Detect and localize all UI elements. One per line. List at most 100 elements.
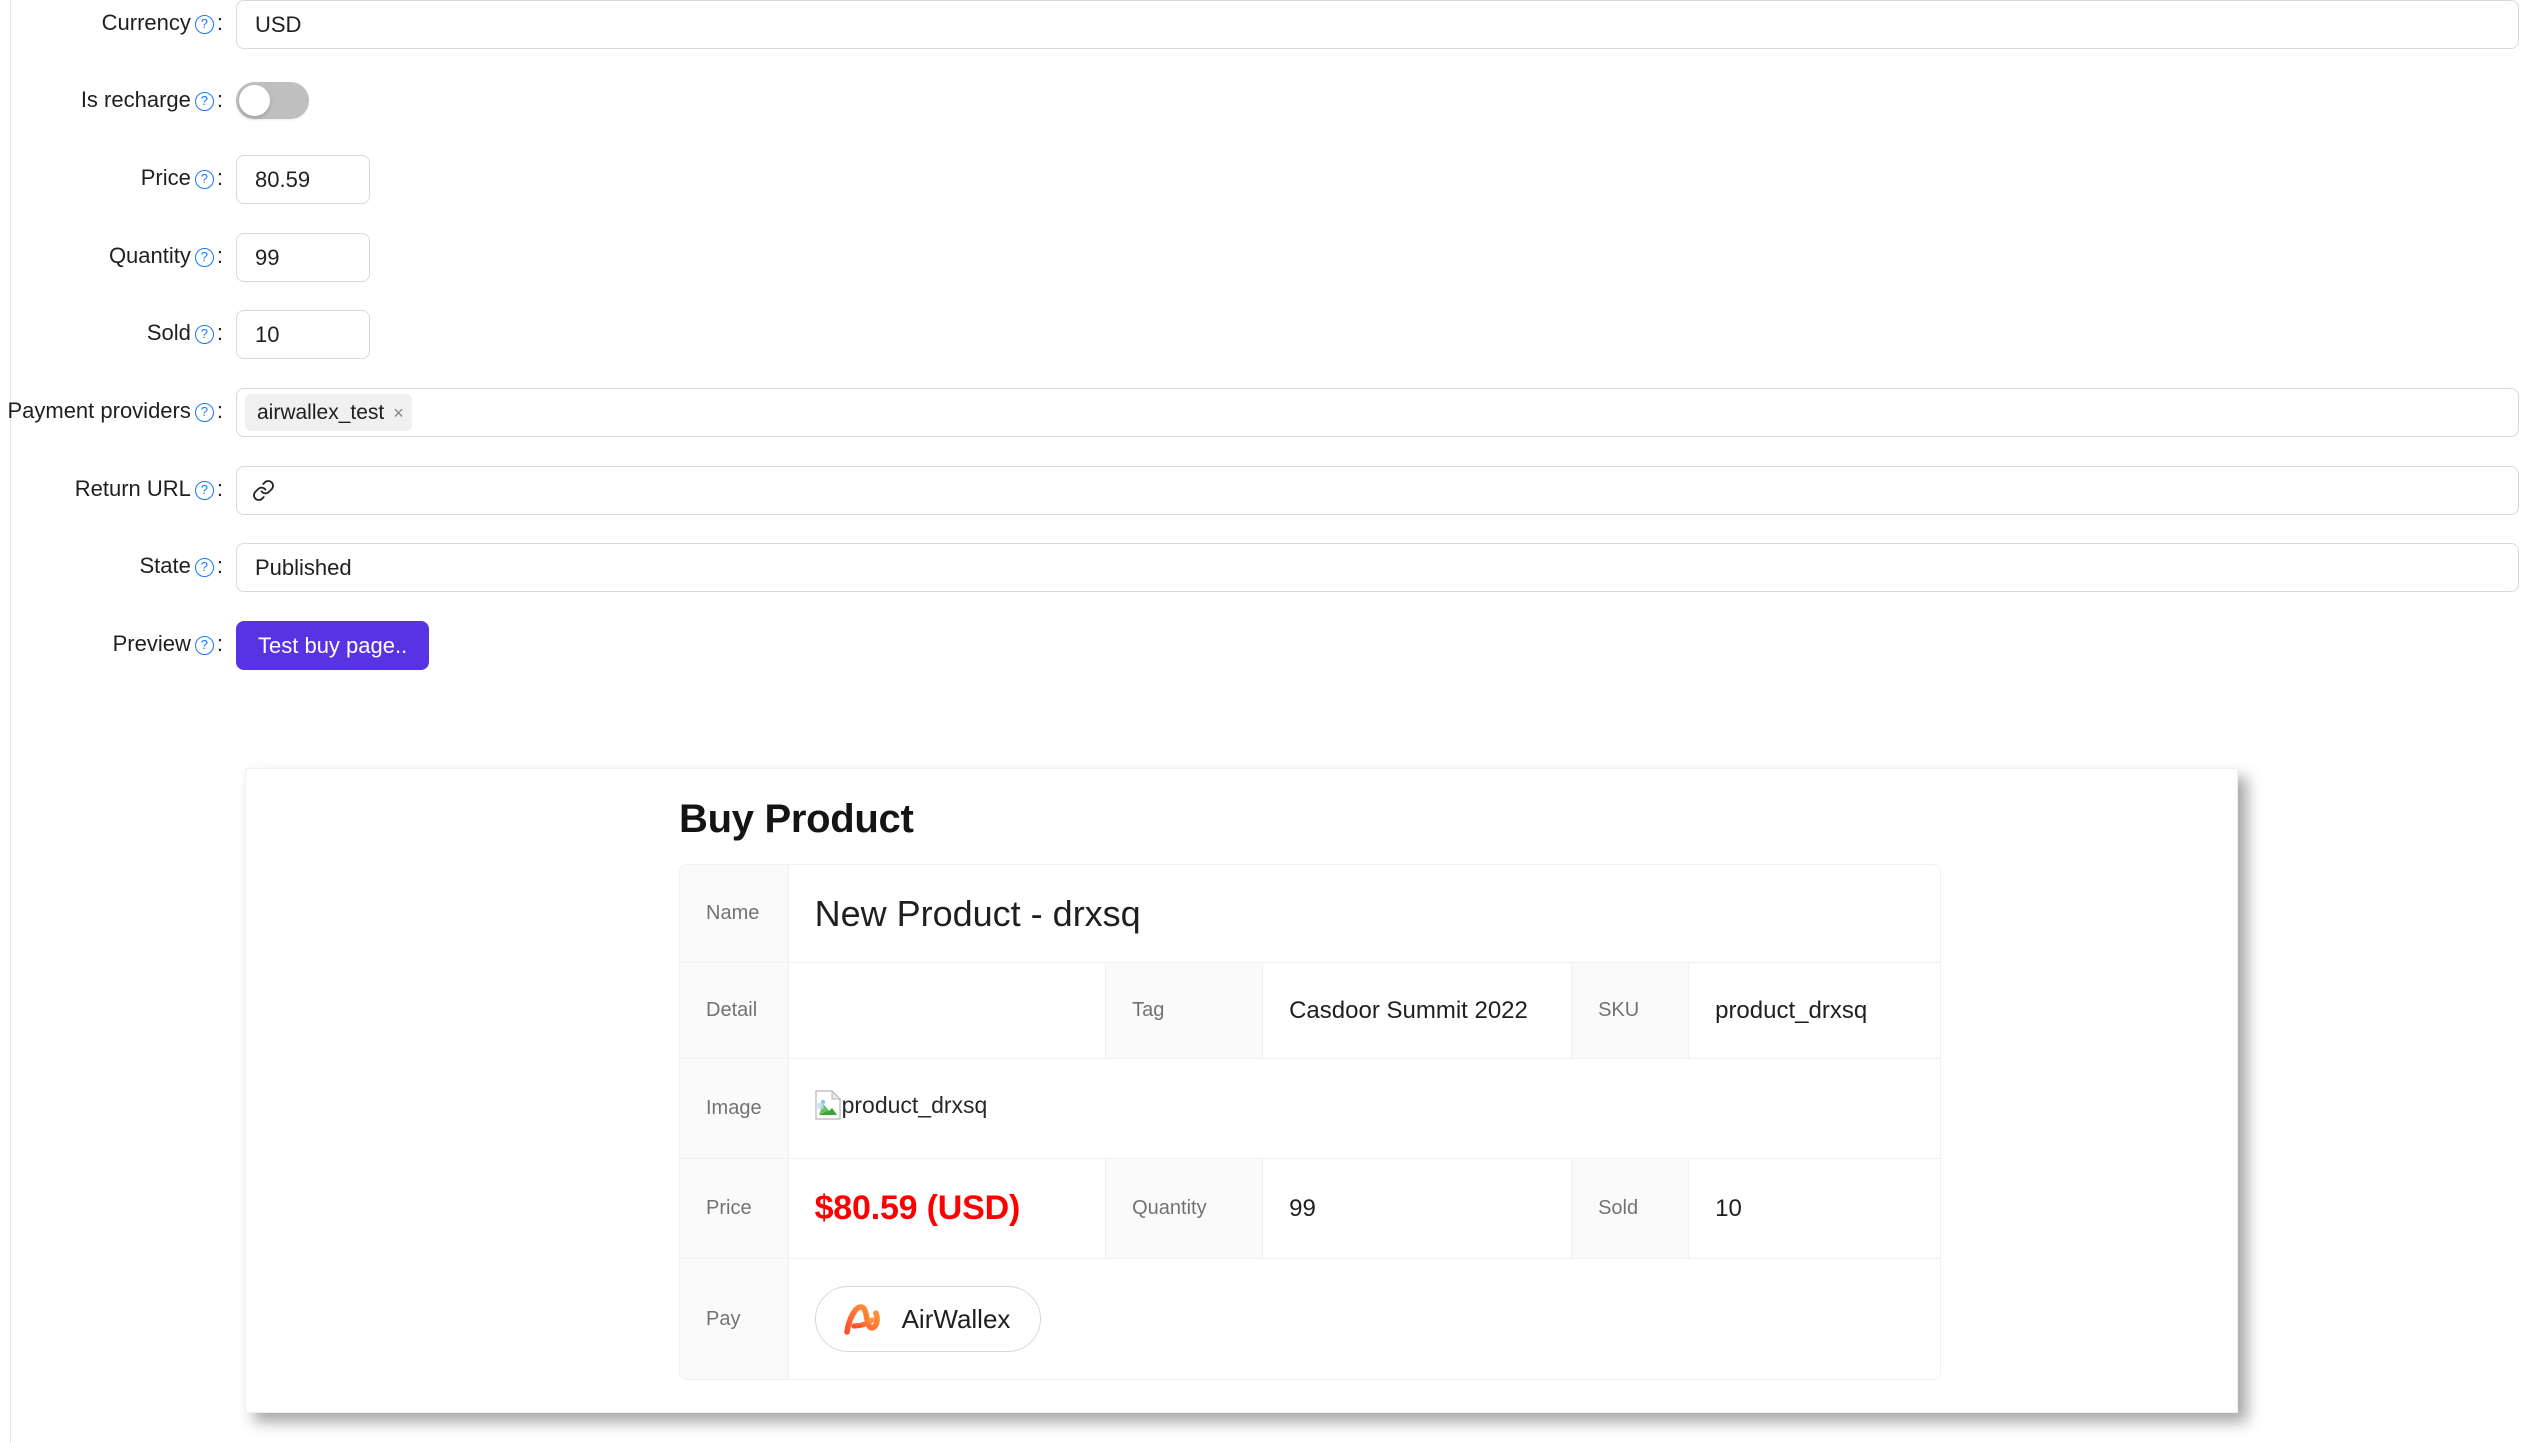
row-label-pay: Pay <box>680 1259 789 1379</box>
payment-providers-select[interactable]: airwallex_test × <box>236 388 2519 437</box>
label-sold-text: Sold <box>146 320 191 345</box>
row-value-sold: 10 <box>1689 1159 1940 1259</box>
question-circle-icon[interactable]: ? <box>194 481 214 500</box>
form-row-state: State?: <box>0 543 2543 621</box>
price-amount-text: $80.59 (USD) <box>814 1189 1021 1227</box>
control-price <box>236 155 2543 204</box>
product-edit-page: Currency?: Is recharge?: Price?: Quantit… <box>0 0 2543 1443</box>
label-payment-providers-colon: : <box>216 398 223 423</box>
form-row-quantity: Quantity?: <box>0 233 2543 310</box>
table-row-name: Name New Product - drxsq <box>680 865 1940 963</box>
broken-image-alt-text: product_drxsq <box>841 1091 988 1118</box>
table-row-pay: Pay AirWallex <box>680 1259 1940 1379</box>
state-input[interactable] <box>236 543 2519 592</box>
question-circle-icon[interactable]: ? <box>194 636 214 655</box>
question-circle-icon[interactable]: ? <box>194 403 214 422</box>
label-is-recharge-colon: : <box>216 87 223 112</box>
control-preview: Test buy page.. <box>236 621 2543 670</box>
row-value-sku: product_drxsq <box>1689 963 1940 1059</box>
toggle-knob <box>239 85 270 116</box>
question-circle-icon[interactable]: ? <box>194 248 214 267</box>
table-row-image: Image product_drxsq <box>680 1059 1940 1159</box>
row-value-detail <box>788 963 1106 1059</box>
label-price-text: Price <box>140 165 191 190</box>
form-row-price: Price?: <box>0 155 2543 233</box>
label-sold-colon: : <box>216 320 223 345</box>
row-label-name: Name <box>680 865 789 963</box>
label-return-url-colon: : <box>216 476 223 501</box>
control-sold <box>236 310 2543 359</box>
form-row-return-url: Return URL?: <box>0 466 2543 543</box>
label-price: Price?: <box>0 155 236 193</box>
product-descriptions-table: Name New Product - drxsq Detail Tag Casd… <box>679 864 1941 1380</box>
label-state-colon: : <box>216 553 223 578</box>
quantity-input[interactable] <box>236 233 370 282</box>
label-is-recharge: Is recharge?: <box>0 77 236 115</box>
label-quantity-text: Quantity <box>108 243 191 268</box>
label-preview-text: Preview <box>112 631 191 656</box>
form-row-currency: Currency?: <box>0 0 2543 77</box>
question-circle-icon[interactable]: ? <box>194 15 214 34</box>
payment-provider-tag-label: airwallex_test <box>257 401 385 424</box>
is-recharge-toggle[interactable] <box>236 82 309 119</box>
return-url-input[interactable] <box>285 476 2503 505</box>
table-row-price: Price $80.59 (USD) Quantity 99 Sold 10 <box>680 1159 1940 1259</box>
label-sold: Sold?: <box>0 310 236 348</box>
broken-image-icon <box>814 1089 841 1120</box>
label-preview: Preview?: <box>0 621 236 659</box>
form-row-is-recharge: Is recharge?: <box>0 77 2543 155</box>
label-currency-colon: : <box>216 10 223 35</box>
label-currency-text: Currency <box>101 10 191 35</box>
label-payment-providers: Payment providers?: <box>0 388 236 426</box>
payment-provider-tag[interactable]: airwallex_test × <box>245 394 412 431</box>
page-title: Buy Product <box>679 797 914 841</box>
row-value-pay: AirWallex <box>788 1259 1940 1379</box>
control-state <box>236 543 2543 592</box>
row-label-image: Image <box>680 1059 789 1159</box>
price-input[interactable] <box>236 155 370 204</box>
pay-button-label: AirWallex <box>901 1303 1011 1334</box>
row-value-price: $80.59 (USD) <box>788 1159 1106 1259</box>
product-name-text: New Product - drxsq <box>814 892 1141 934</box>
row-label-sku: SKU <box>1571 963 1690 1059</box>
airwallex-logo-icon <box>842 1301 884 1337</box>
row-label-tag: Tag <box>1105 963 1264 1059</box>
label-price-colon: : <box>216 165 223 190</box>
question-circle-icon[interactable]: ? <box>194 170 214 189</box>
broken-image-placeholder: product_drxsq <box>814 1089 988 1120</box>
control-return-url <box>236 466 2543 515</box>
label-return-url-text: Return URL <box>74 476 191 501</box>
control-currency <box>236 0 2543 49</box>
product-form: Currency?: Is recharge?: Price?: Quantit… <box>0 0 2543 699</box>
label-preview-colon: : <box>216 631 223 656</box>
table-row-detail: Detail Tag Casdoor Summit 2022 SKU produ… <box>680 963 1940 1059</box>
test-buy-page-button[interactable]: Test buy page.. <box>236 621 430 670</box>
row-label-detail: Detail <box>680 963 789 1059</box>
row-label-quantity: Quantity <box>1105 1159 1264 1259</box>
control-payment-providers: airwallex_test × <box>236 388 2543 437</box>
label-state: State?: <box>0 543 236 581</box>
question-circle-icon[interactable]: ? <box>194 92 214 111</box>
sold-input[interactable] <box>236 310 370 359</box>
form-row-payment-providers: Payment providers?: airwallex_test × <box>0 388 2543 466</box>
label-state-text: State <box>139 553 191 578</box>
return-url-field[interactable] <box>236 466 2519 515</box>
label-is-recharge-text: Is recharge <box>80 87 191 112</box>
label-currency: Currency?: <box>0 0 236 38</box>
buy-page-preview-card: Buy Product Name New Product - drxsq Det… <box>245 768 2238 1413</box>
row-value-quantity: 99 <box>1263 1159 1572 1259</box>
row-value-tag: Casdoor Summit 2022 <box>1263 963 1572 1059</box>
label-return-url: Return URL?: <box>0 466 236 504</box>
close-icon[interactable]: × <box>393 404 404 422</box>
question-circle-icon[interactable]: ? <box>194 558 214 577</box>
pay-with-airwallex-button[interactable]: AirWallex <box>814 1286 1042 1352</box>
question-circle-icon[interactable]: ? <box>194 325 214 344</box>
currency-input[interactable] <box>236 0 2519 49</box>
row-label-sold: Sold <box>1571 1159 1690 1259</box>
control-quantity <box>236 233 2543 282</box>
form-row-sold: Sold?: <box>0 310 2543 388</box>
link-icon <box>252 479 275 502</box>
label-quantity: Quantity?: <box>0 233 236 271</box>
row-value-image: product_drxsq <box>788 1059 1940 1159</box>
control-is-recharge <box>236 77 2543 119</box>
